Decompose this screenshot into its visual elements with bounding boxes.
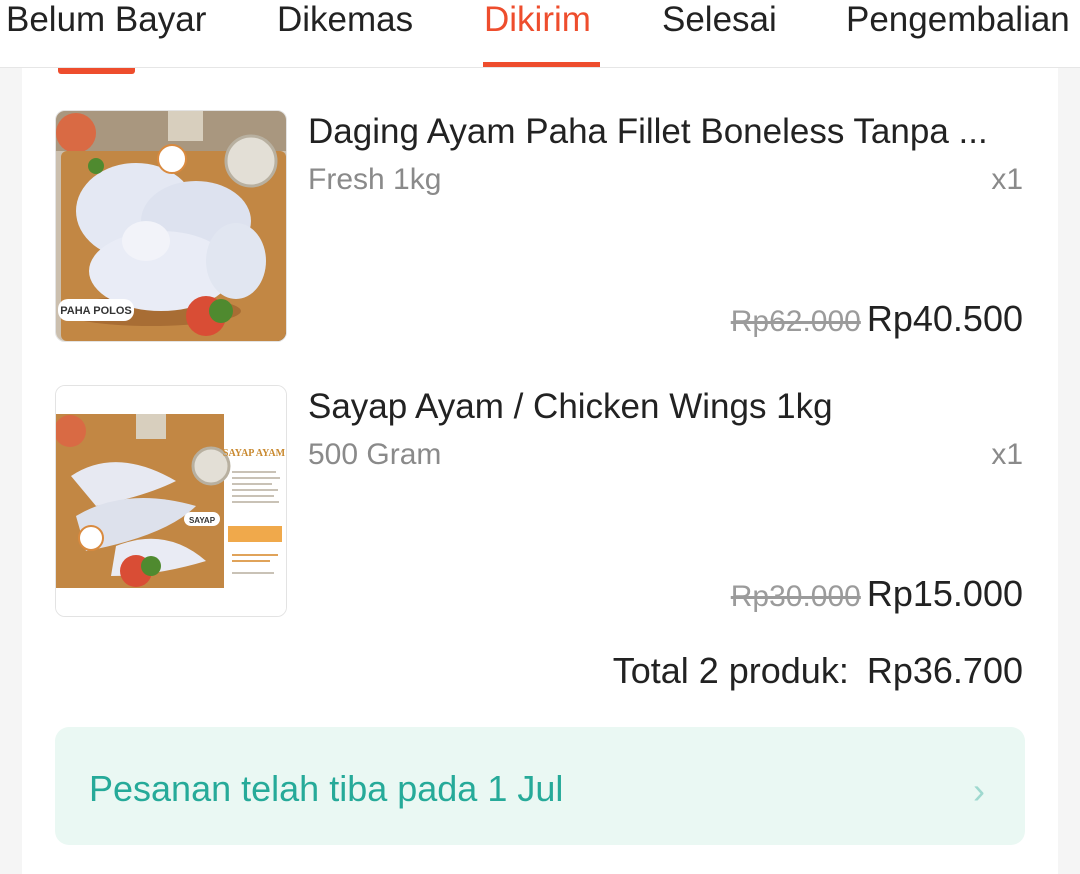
discounted-price: Rp40.500 — [866, 298, 1023, 339]
tab-dikemas[interactable]: Dikemas — [277, 0, 413, 67]
active-tab-indicator — [483, 62, 600, 67]
delivery-status-banner[interactable]: Pesanan telah tiba pada 1 Jul › — [55, 727, 1025, 845]
product-price: Rp62.000 Rp40.500 — [731, 298, 1023, 340]
chevron-right-icon: › — [973, 770, 985, 811]
product-quantity: x1 — [991, 438, 1023, 471]
product-name: Sayap Ayam / Chicken Wings 1kg — [308, 387, 833, 426]
original-price: Rp30.000 — [730, 580, 861, 613]
tab-dikirim[interactable]: Dikirim — [484, 0, 591, 67]
chicken-wings-image: SAYAP SAYAP AYAM — [56, 386, 286, 616]
chicken-thigh-image: PAHA POLOS — [56, 111, 286, 341]
total-label: Total 2 produk: — [612, 650, 849, 691]
image-label: PAHA POLOS — [60, 305, 132, 317]
tab-selesai[interactable]: Selesai — [662, 0, 777, 67]
order-status-tabs: Belum Bayar Dikemas Dikirim Selesai Peng… — [0, 0, 1080, 68]
product-name: Daging Ayam Paha Fillet Boneless Tanpa .… — [308, 112, 988, 151]
product-thumbnail[interactable]: SAYAP SAYAP AYAM — [55, 385, 287, 617]
product-price: Rp30.000 Rp15.000 — [731, 573, 1023, 615]
tab-pengembalian[interactable]: Pengembalian — [846, 0, 1070, 67]
delivery-status-text: Pesanan telah tiba pada 1 Jul — [89, 768, 564, 809]
original-price: Rp62.000 — [730, 305, 861, 338]
tab-belum-bayar[interactable]: Belum Bayar — [6, 0, 206, 67]
discounted-price: Rp15.000 — [866, 573, 1023, 614]
order-total: Total 2 produk: Rp36.700 — [613, 650, 1023, 692]
shop-badge — [58, 67, 135, 74]
product-variant: Fresh 1kg — [308, 163, 442, 196]
product-quantity: x1 — [991, 163, 1023, 196]
product-thumbnail[interactable]: PAHA POLOS — [55, 110, 287, 342]
total-amount: Rp36.700 — [866, 650, 1023, 691]
image-title: SAYAP AYAM — [223, 448, 286, 459]
image-label: SAYAP — [189, 516, 216, 525]
product-variant: 500 Gram — [308, 438, 442, 471]
